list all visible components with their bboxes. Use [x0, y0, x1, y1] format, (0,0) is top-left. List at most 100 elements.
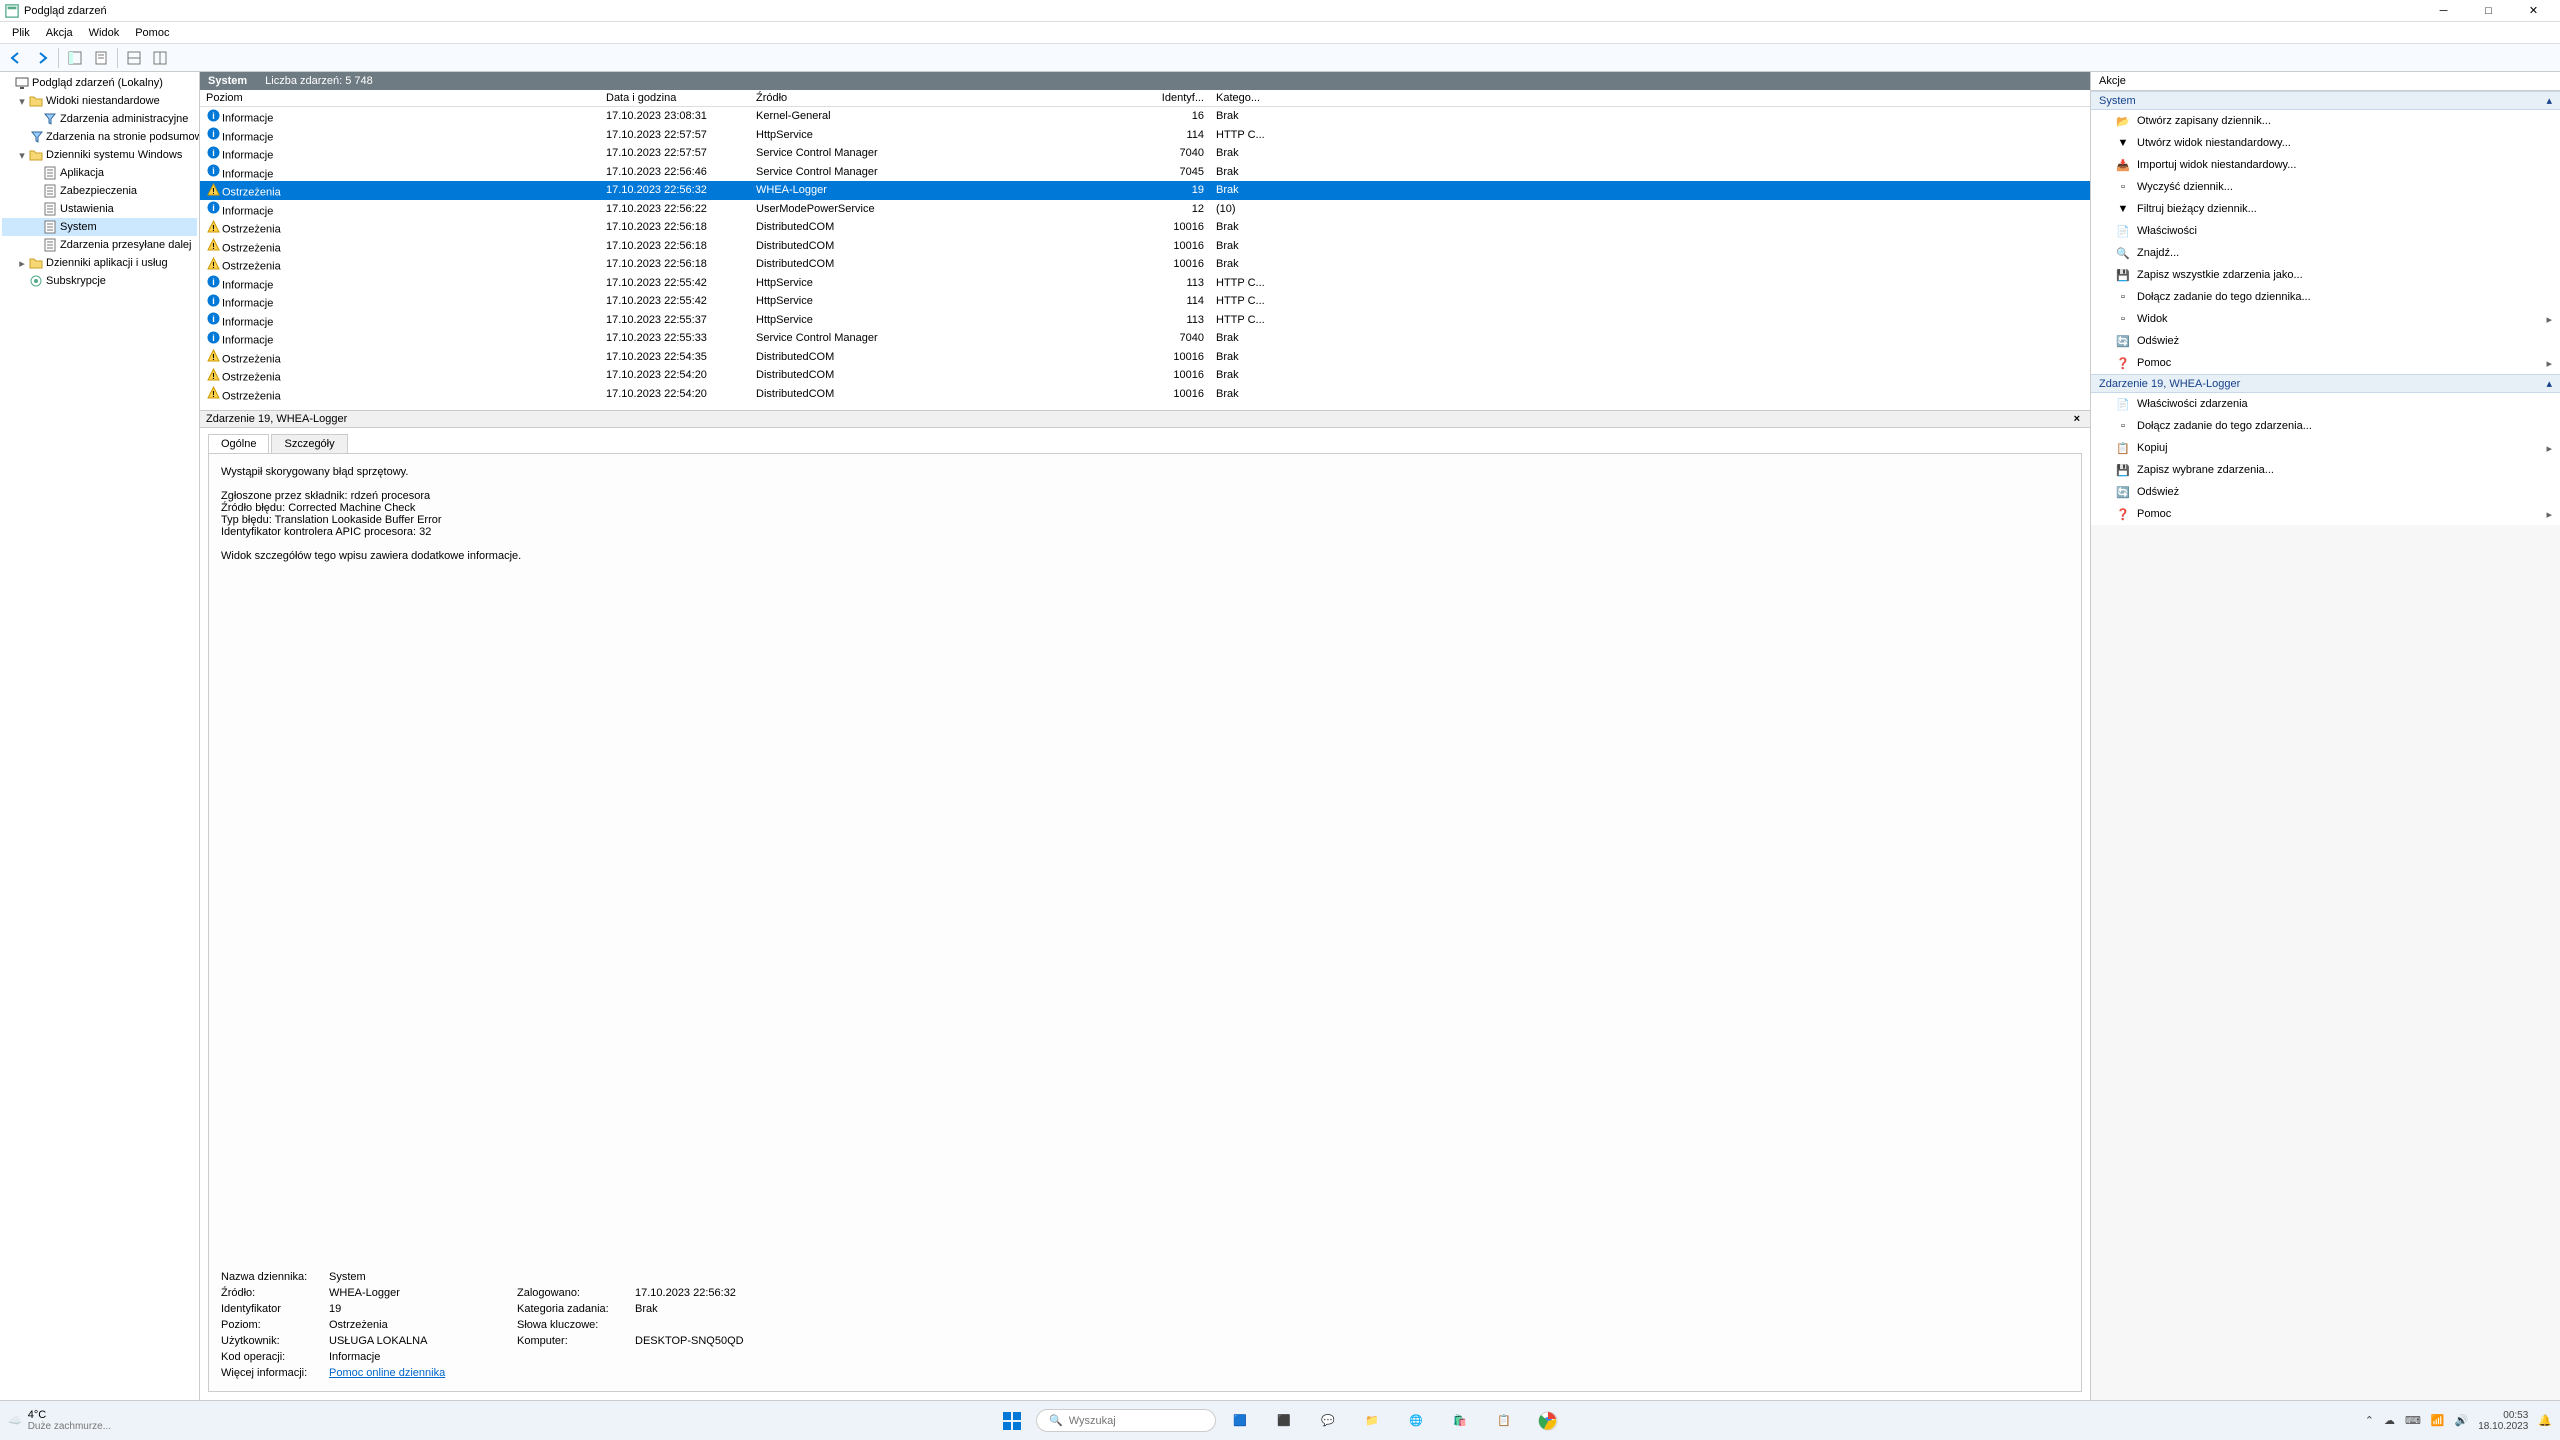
event-list[interactable]: Poziom Data i godzina Źródło Identyf... … — [200, 90, 2090, 410]
wifi-icon[interactable]: 📶 — [2431, 1414, 2445, 1427]
layout-button-1[interactable] — [122, 46, 146, 70]
onedrive-icon[interactable]: ☁ — [2384, 1414, 2395, 1427]
clock[interactable]: 00:53 18.10.2023 — [2478, 1410, 2528, 1432]
action-item[interactable]: 📄Właściwości zdarzenia — [2091, 393, 2560, 415]
action-item[interactable]: 🔍Znajdź... — [2091, 242, 2560, 264]
event-row[interactable]: iInformacje17.10.2023 22:55:33Service Co… — [200, 329, 2090, 348]
nav-back-button[interactable] — [4, 46, 28, 70]
eventvwr-taskbar-icon[interactable]: 📋 — [1484, 1405, 1524, 1437]
notifications-icon[interactable]: 🔔 — [2538, 1414, 2552, 1427]
minimize-button[interactable]: ─ — [2421, 1, 2466, 21]
menu-file[interactable]: Plik — [4, 25, 38, 41]
event-row[interactable]: !Ostrzeżenia17.10.2023 22:56:32WHEA-Logg… — [200, 181, 2090, 200]
menu-action[interactable]: Akcja — [38, 25, 81, 41]
prop-label: Komputer: — [517, 1335, 627, 1347]
action-item[interactable]: 📂Otwórz zapisany dziennik... — [2091, 110, 2560, 132]
tree-node[interactable]: ▾Dzienniki systemu Windows — [2, 146, 197, 164]
edge-icon[interactable]: 🌐 — [1396, 1405, 1436, 1437]
search-input[interactable] — [1069, 1415, 1203, 1427]
event-row[interactable]: iInformacje17.10.2023 22:55:42HttpServic… — [200, 292, 2090, 311]
volume-icon[interactable]: 🔊 — [2455, 1414, 2469, 1427]
action-item[interactable]: 💾Zapisz wybrane zdarzenia... — [2091, 459, 2560, 481]
col-source[interactable]: Źródło — [750, 90, 1150, 107]
event-row[interactable]: !Ostrzeżenia17.10.2023 22:54:20Distribut… — [200, 385, 2090, 404]
tree-node[interactable]: Zabezpieczenia — [2, 182, 197, 200]
action-item[interactable]: ▫Dołącz zadanie do tego dziennika... — [2091, 286, 2560, 308]
tree-toggle-icon[interactable]: ▾ — [16, 95, 28, 108]
event-row[interactable]: !Ostrzeżenia17.10.2023 22:56:18Distribut… — [200, 255, 2090, 274]
tree-node[interactable]: System — [2, 218, 197, 236]
chat-icon[interactable]: 💬 — [1308, 1405, 1348, 1437]
event-row[interactable]: iInformacje17.10.2023 22:56:22UserModePo… — [200, 200, 2090, 219]
col-date[interactable]: Data i godzina — [600, 90, 750, 107]
tree-node[interactable]: Aplikacja — [2, 164, 197, 182]
action-item[interactable]: 🔄Odśwież — [2091, 481, 2560, 503]
detail-close-button[interactable]: × — [2070, 413, 2084, 425]
event-row[interactable]: iInformacje17.10.2023 22:55:37HttpServic… — [200, 311, 2090, 330]
action-item[interactable]: ❓Pomoc▸ — [2091, 503, 2560, 525]
close-button[interactable]: ✕ — [2511, 1, 2556, 21]
tree-toggle-icon[interactable]: ▾ — [16, 149, 28, 162]
action-item[interactable]: 📋Kopiuj▸ — [2091, 437, 2560, 459]
tab-general[interactable]: Ogólne — [208, 434, 269, 453]
actions-group-system[interactable]: System ▴ — [2091, 91, 2560, 110]
col-id[interactable]: Identyf... — [1150, 90, 1210, 107]
start-button[interactable] — [992, 1405, 1032, 1437]
event-row[interactable]: !Ostrzeżenia17.10.2023 22:54:35Distribut… — [200, 348, 2090, 367]
col-category[interactable]: Katego... — [1210, 90, 2090, 107]
nav-forward-button[interactable] — [30, 46, 54, 70]
event-row[interactable]: iInformacje17.10.2023 22:57:57HttpServic… — [200, 126, 2090, 145]
tree-node[interactable]: Zdarzenia na stronie podsumowania — [2, 128, 197, 146]
properties-button[interactable] — [89, 46, 113, 70]
event-row[interactable]: iInformacje17.10.2023 22:57:57Service Co… — [200, 144, 2090, 163]
action-item[interactable]: 📥Importuj widok niestandardowy... — [2091, 154, 2560, 176]
action-item[interactable]: ▫Widok▸ — [2091, 308, 2560, 330]
tree-node[interactable]: Subskrypcje — [2, 272, 197, 290]
maximize-button[interactable]: □ — [2466, 1, 2511, 21]
tree-node[interactable]: Ustawienia — [2, 200, 197, 218]
action-item[interactable]: ▼Filtruj bieżący dziennik... — [2091, 198, 2560, 220]
system-tray[interactable]: ⌃ ☁ ⌨ 📶 🔊 00:53 18.10.2023 🔔 — [2365, 1410, 2552, 1432]
tree-node[interactable]: ▸Dzienniki aplikacji i usług — [2, 254, 197, 272]
action-item[interactable]: ▫Wyczyść dziennik... — [2091, 176, 2560, 198]
show-hide-tree-button[interactable] — [63, 46, 87, 70]
menu-view[interactable]: Widok — [81, 25, 128, 41]
actions-group-event[interactable]: Zdarzenie 19, WHEA-Logger ▴ — [2091, 374, 2560, 393]
tree-node[interactable]: Zdarzenia przesyłane dalej — [2, 236, 197, 254]
task-view-icon[interactable]: ⬛ — [1264, 1405, 1304, 1437]
weather-desc: Duże zachmurze... — [28, 1421, 111, 1432]
tray-chevron-icon[interactable]: ⌃ — [2365, 1414, 2374, 1427]
tree-toggle-icon[interactable]: ▸ — [16, 257, 28, 270]
event-row[interactable]: !Ostrzeżenia17.10.2023 22:56:18Distribut… — [200, 237, 2090, 256]
store-icon[interactable]: 🛍️ — [1440, 1405, 1480, 1437]
action-item[interactable]: 🔄Odśwież — [2091, 330, 2560, 352]
action-item[interactable]: 💾Zapisz wszystkie zdarzenia jako... — [2091, 264, 2560, 286]
tree-node[interactable]: Podgląd zdarzeń (Lokalny) — [2, 74, 197, 92]
menu-help[interactable]: Pomoc — [127, 25, 177, 41]
copilot-icon[interactable]: 🟦 — [1220, 1405, 1260, 1437]
action-item[interactable]: 📄Właściwości — [2091, 220, 2560, 242]
tree-node[interactable]: Zdarzenia administracyjne — [2, 110, 197, 128]
event-row[interactable]: !Ostrzeżenia17.10.2023 22:56:18Distribut… — [200, 218, 2090, 237]
more-info-link[interactable]: Pomoc online dziennika — [329, 1367, 509, 1379]
event-row[interactable]: iInformacje17.10.2023 23:08:31Kernel-Gen… — [200, 107, 2090, 126]
tree-node[interactable]: ▾Widoki niestandardowe — [2, 92, 197, 110]
event-row[interactable]: !Ostrzeżenia17.10.2023 22:54:20Distribut… — [200, 366, 2090, 385]
info-icon: i — [206, 293, 220, 307]
chrome-icon[interactable] — [1528, 1405, 1568, 1437]
col-level[interactable]: Poziom — [200, 90, 600, 107]
taskbar-search[interactable]: 🔍 — [1036, 1409, 1216, 1432]
tab-details[interactable]: Szczegóły — [271, 434, 347, 453]
action-item[interactable]: ▫Dołącz zadanie do tego zdarzenia... — [2091, 415, 2560, 437]
action-item[interactable]: ❓Pomoc▸ — [2091, 352, 2560, 374]
detail-properties: Nazwa dziennika: System Źródło: WHEA-Log… — [221, 1271, 2069, 1379]
layout-button-2[interactable] — [148, 46, 172, 70]
language-icon[interactable]: ⌨ — [2405, 1414, 2421, 1427]
navigation-tree[interactable]: Podgląd zdarzeń (Lokalny)▾Widoki niestan… — [0, 72, 200, 1400]
explorer-icon[interactable]: 📁 — [1352, 1405, 1392, 1437]
event-row[interactable]: iInformacje17.10.2023 22:56:46Service Co… — [200, 163, 2090, 182]
weather-widget[interactable]: ☁️ 4°C Duże zachmurze... — [8, 1409, 111, 1432]
action-item[interactable]: ▼Utwórz widok niestandardowy... — [2091, 132, 2560, 154]
event-row[interactable]: iInformacje17.10.2023 22:55:42HttpServic… — [200, 274, 2090, 293]
info-icon: i — [206, 275, 220, 289]
